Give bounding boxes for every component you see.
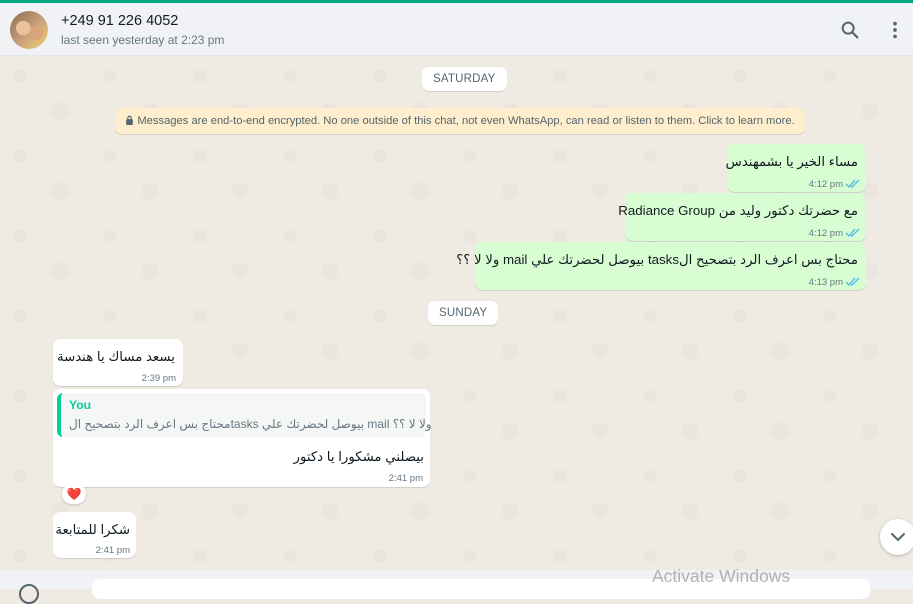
message-bubble-outgoing[interactable]: مع حضرتك دكتور وليد من Radiance Group 4:…	[618, 193, 866, 241]
chat-header[interactable]: +249 91 226 4052 last seen yesterday at …	[0, 3, 913, 56]
message-bubble-outgoing[interactable]: مساء الخير يا بشمهندس 4:12 pm	[725, 144, 866, 192]
message-text: محتاج بس اعرف الرد بتصحيح الtasks بيوصل …	[456, 252, 858, 267]
message-bubble-incoming-reply[interactable]: You محتاج بس اعرف الرد بتصحيح الtasks بي…	[53, 389, 432, 487]
message-text: بيصلني مشكورا يا دكتور	[293, 449, 424, 464]
quoted-author: You	[69, 398, 92, 412]
message-time: 2:41 pm	[388, 473, 423, 484]
message-bubble-incoming[interactable]: شكرا للمتابعة 2:41 pm	[53, 512, 136, 558]
scroll-to-bottom-button[interactable]	[880, 519, 913, 555]
activate-windows-watermark: Activate Windows	[652, 566, 791, 586]
message-text: يسعد مساك يا هندسة	[56, 349, 175, 364]
encryption-notice-text: Messages are end-to-end encrypted. No on…	[137, 115, 795, 127]
search-icon[interactable]	[839, 19, 861, 41]
emoji-icon[interactable]	[19, 584, 39, 604]
message-time: 4:12 pm	[808, 228, 843, 239]
quoted-text: محتاج بس اعرف الرد بتصحيح الtasks بيوصل …	[69, 417, 432, 431]
read-ticks-icon	[845, 179, 860, 189]
message-text: شكرا للمتابعة	[55, 522, 130, 537]
message-time: 2:41 pm	[95, 545, 130, 556]
read-ticks-icon	[845, 277, 860, 287]
message-bubble-outgoing[interactable]: محتاج بس اعرف الرد بتصحيح الtasks بيوصل …	[456, 242, 866, 290]
message-text: مساء الخير يا بشمهندس	[725, 154, 858, 169]
quoted-message[interactable]: You محتاج بس اعرف الرد بتصحيح الtasks بي…	[57, 393, 432, 437]
read-ticks-icon	[845, 228, 860, 238]
encryption-notice[interactable]: Messages are end-to-end encrypted. No on…	[115, 108, 805, 134]
chevron-down-icon	[891, 533, 905, 542]
contact-name[interactable]: +249 91 226 4052	[61, 13, 178, 29]
contact-status: last seen yesterday at 2:23 pm	[61, 33, 225, 47]
message-text: مع حضرتك دكتور وليد من Radiance Group	[618, 203, 858, 218]
message-time: 4:12 pm	[808, 179, 843, 190]
message-time: 4:13 pm	[808, 277, 843, 288]
heart-reaction[interactable]: ❤️	[62, 484, 86, 504]
lock-icon	[126, 115, 134, 125]
message-bubble-incoming[interactable]: يسعد مساك يا هندسة 2:39 pm	[53, 339, 183, 386]
date-divider-saturday: SATURDAY	[422, 67, 507, 91]
message-time: 2:39 pm	[141, 373, 176, 384]
menu-dots-icon[interactable]	[884, 19, 906, 41]
date-divider-sunday: SUNDAY	[428, 301, 499, 325]
avatar[interactable]	[10, 11, 48, 49]
